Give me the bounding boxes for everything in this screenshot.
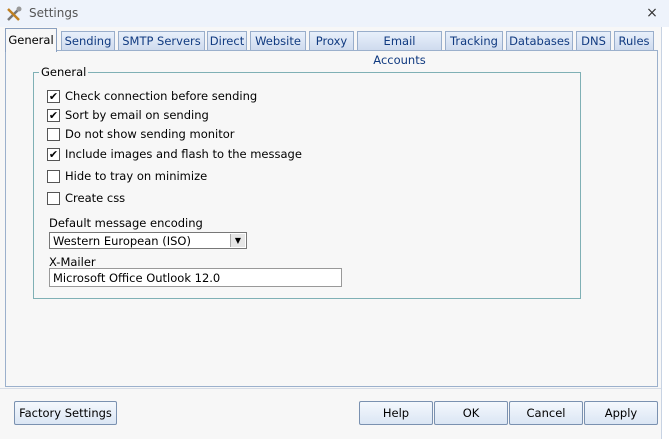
factory-settings-button[interactable]: Factory Settings xyxy=(14,401,117,425)
tab-proxy[interactable]: Proxy xyxy=(309,31,354,50)
tab-email-accounts[interactable]: Email Accounts xyxy=(357,31,442,67)
xmailer-field[interactable]: Microsoft Office Outlook 12.0 xyxy=(49,268,342,287)
group-title: General xyxy=(39,65,89,79)
tab-rules[interactable]: Rules xyxy=(614,31,654,50)
tab-databases[interactable]: Databases xyxy=(506,31,573,50)
help-button[interactable]: Help xyxy=(359,401,433,425)
checkbox-unchecked[interactable] xyxy=(47,128,60,141)
apply-button[interactable]: Apply xyxy=(584,401,658,425)
checkbox-checked[interactable]: ✔ xyxy=(47,148,60,161)
ok-button[interactable]: OK xyxy=(434,401,508,425)
close-icon[interactable]: × xyxy=(643,4,661,22)
checkbox-unchecked[interactable] xyxy=(47,170,60,183)
tab-sending[interactable]: Sending xyxy=(61,31,115,50)
chevron-down-icon[interactable]: ▼ xyxy=(230,234,245,247)
general-group xyxy=(33,72,581,299)
option-label: Sort by email on sending xyxy=(65,108,209,122)
tab-tracking[interactable]: Tracking xyxy=(445,31,503,50)
option-label: Do not show sending monitor xyxy=(65,127,235,141)
xmailer-label: X-Mailer xyxy=(49,255,96,269)
checkbox-checked[interactable]: ✔ xyxy=(47,90,60,103)
tab-direct[interactable]: Direct xyxy=(207,31,247,50)
divider xyxy=(0,388,661,389)
encoding-label: Default message encoding xyxy=(49,216,203,230)
checkbox-unchecked[interactable] xyxy=(47,192,60,205)
option-label: Check connection before sending xyxy=(65,89,258,103)
tab-website[interactable]: Website xyxy=(250,31,306,50)
tools-icon xyxy=(7,6,22,21)
encoding-select[interactable]: Western European (ISO) ▼ xyxy=(49,232,247,249)
option-label: Create css xyxy=(65,191,126,205)
option-label: Include images and flash to the message xyxy=(65,147,302,161)
tab-smtp-servers[interactable]: SMTP Servers xyxy=(118,31,205,50)
tab-general[interactable]: General xyxy=(5,28,57,52)
cancel-button[interactable]: Cancel xyxy=(509,401,583,425)
checkbox-checked[interactable]: ✔ xyxy=(47,109,60,122)
tab-dns[interactable]: DNS xyxy=(576,31,611,50)
window-title: Settings xyxy=(29,6,79,20)
option-label: Hide to tray on minimize xyxy=(65,169,208,183)
encoding-value: Western European (ISO) xyxy=(53,234,191,248)
title-bar: Settings × xyxy=(0,0,669,27)
